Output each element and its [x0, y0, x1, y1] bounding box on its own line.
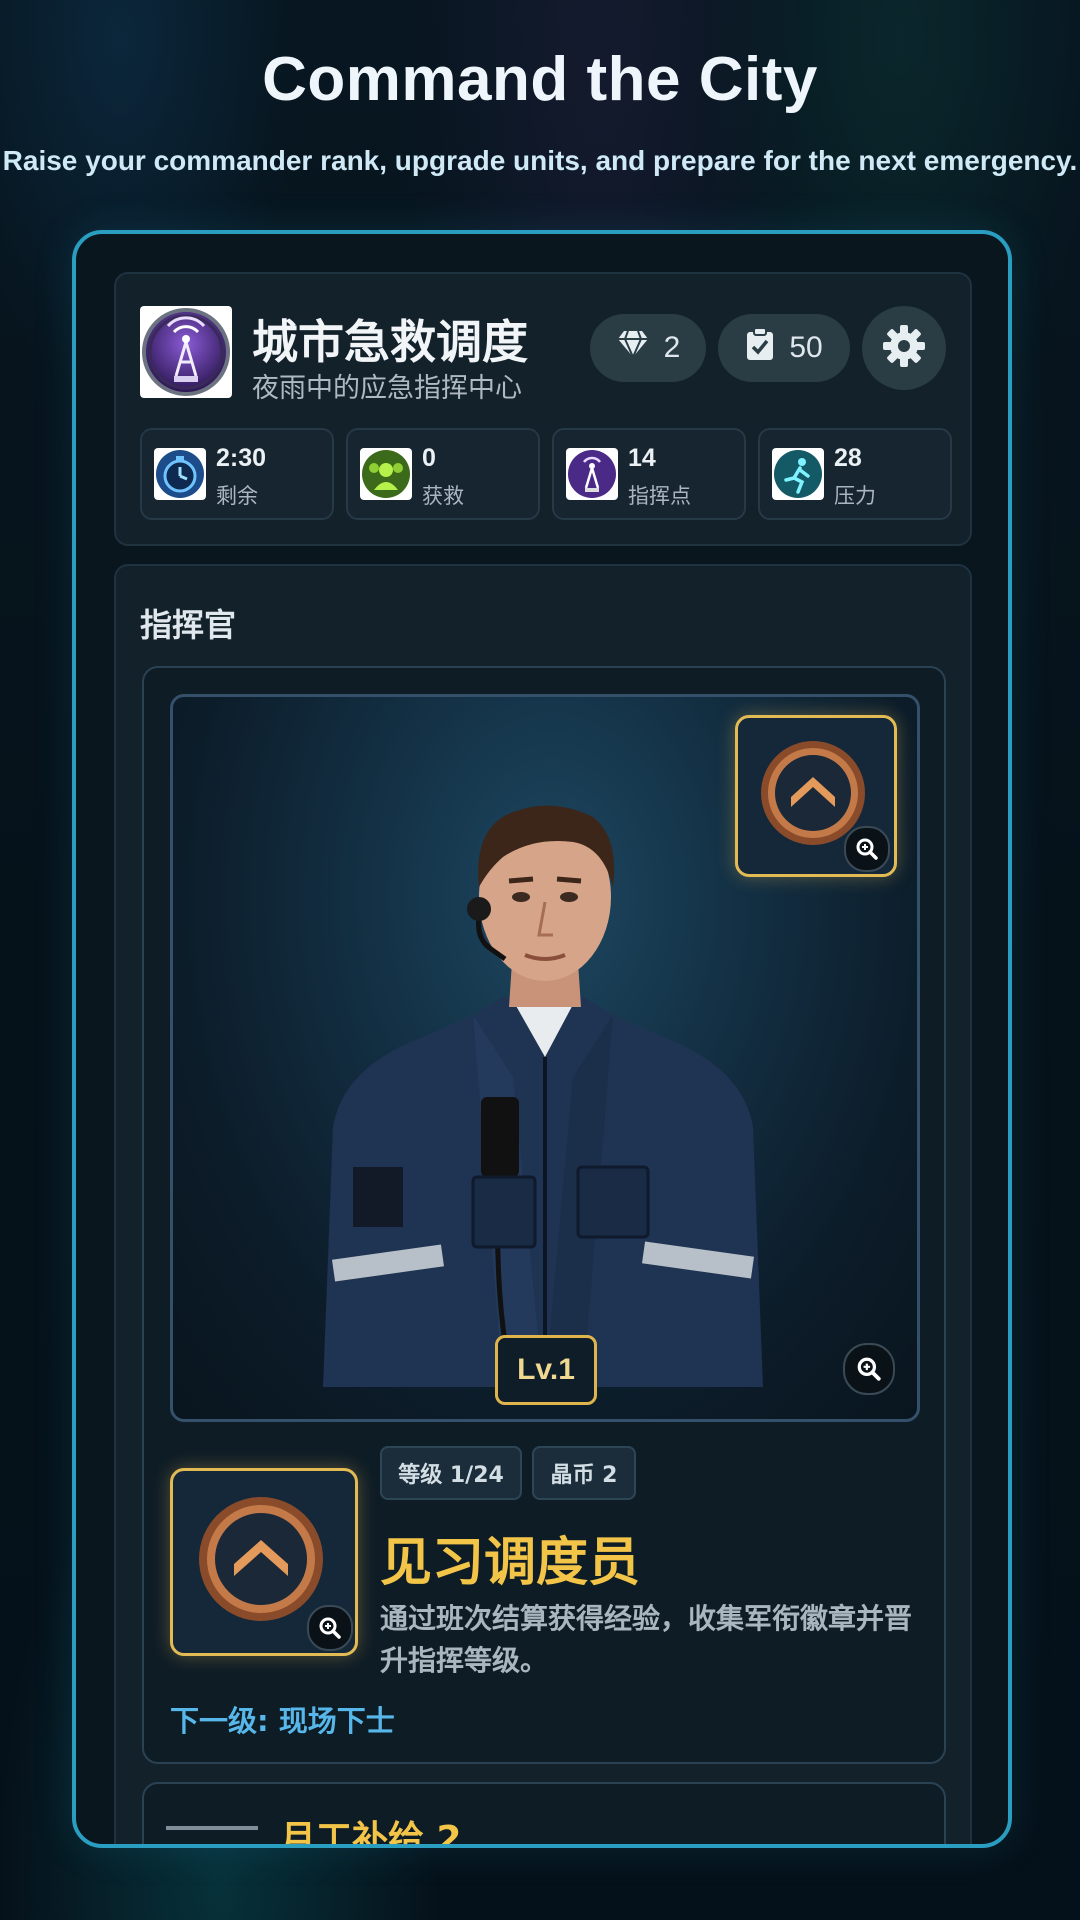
running-pressure-icon: [772, 448, 824, 500]
rank-badge-preview[interactable]: [735, 715, 897, 877]
game-device-frame: 城市急救调度 夜雨中的应急指挥中心 2 50 2:30 剩余 0 获救 14 指…: [72, 230, 1012, 1848]
stat-value: 0: [422, 444, 436, 472]
stat-command-points: 14 指挥点: [552, 428, 746, 520]
coin-chip: 晶币 2: [532, 1446, 636, 1500]
divider: [166, 1826, 258, 1830]
page-title: Command the City: [262, 45, 818, 114]
page-subtitle: Raise your commander rank, upgrade units…: [2, 145, 1078, 176]
level-badge: Lv.1: [495, 1335, 597, 1405]
task-counter[interactable]: 50: [718, 314, 850, 382]
stat-time-remaining: 2:30 剩余: [140, 428, 334, 520]
current-rank-badge[interactable]: [170, 1468, 358, 1656]
rank-description: 通过班次结算获得经验，收集军衔徽章并晋升指挥等级。: [380, 1602, 913, 1677]
commander-portrait[interactable]: Lv.1: [170, 694, 920, 1422]
portrait-zoom-icon[interactable]: [843, 1343, 895, 1395]
stat-value: 28: [834, 444, 862, 472]
supply-card[interactable]: 月工补给 2: [142, 1782, 946, 1848]
rescued-people-icon: [360, 448, 412, 500]
stat-label: 指挥点: [628, 484, 691, 508]
stat-value: 14: [628, 444, 656, 472]
rank-progress-chip: 等级 1/24: [380, 1446, 522, 1500]
zoom-in-icon[interactable]: [307, 1605, 353, 1651]
stat-value: 2:30: [216, 444, 267, 472]
clipboard-check-icon: [745, 327, 775, 369]
stat-label: 剩余: [216, 484, 258, 508]
commander-section: 指挥官 Lv.1 等级 1/24 晶币 2 见习调度员 通过班次结算获得经验，收…: [114, 564, 972, 1848]
command-tower-icon: [566, 448, 618, 500]
task-count: 50: [789, 331, 823, 364]
next-level-link[interactable]: 下一级: 现场下士: [170, 1698, 395, 1740]
gem-counter[interactable]: 2: [590, 314, 706, 382]
stat-rescued: 0 获救: [346, 428, 540, 520]
rank-name: 见习调度员: [380, 1533, 641, 1593]
commander-card: Lv.1 等级 1/24 晶币 2 见习调度员 通过班次结算获得经验，收集军衔徽…: [142, 666, 946, 1764]
stat-pressure: 28 压力: [758, 428, 952, 520]
stat-label: 压力: [834, 484, 876, 508]
timer-icon: [154, 448, 206, 500]
app-title: 城市急救调度: [252, 315, 528, 369]
gear-icon: [881, 323, 927, 373]
supply-card-title: 月工补给 2: [280, 1819, 462, 1848]
gem-count: 2: [663, 331, 681, 364]
section-title: 指挥官: [140, 606, 237, 644]
stat-label: 获救: [422, 484, 464, 508]
settings-button[interactable]: [862, 306, 946, 390]
diamond-icon: [616, 329, 650, 367]
header-card: 城市急救调度 夜雨中的应急指挥中心 2 50 2:30 剩余 0 获救 14 指…: [114, 272, 972, 546]
app-subtitle: 夜雨中的应急指挥中心: [252, 373, 522, 404]
zoom-in-icon[interactable]: [844, 826, 890, 872]
radio-tower-logo-icon: [140, 306, 232, 398]
